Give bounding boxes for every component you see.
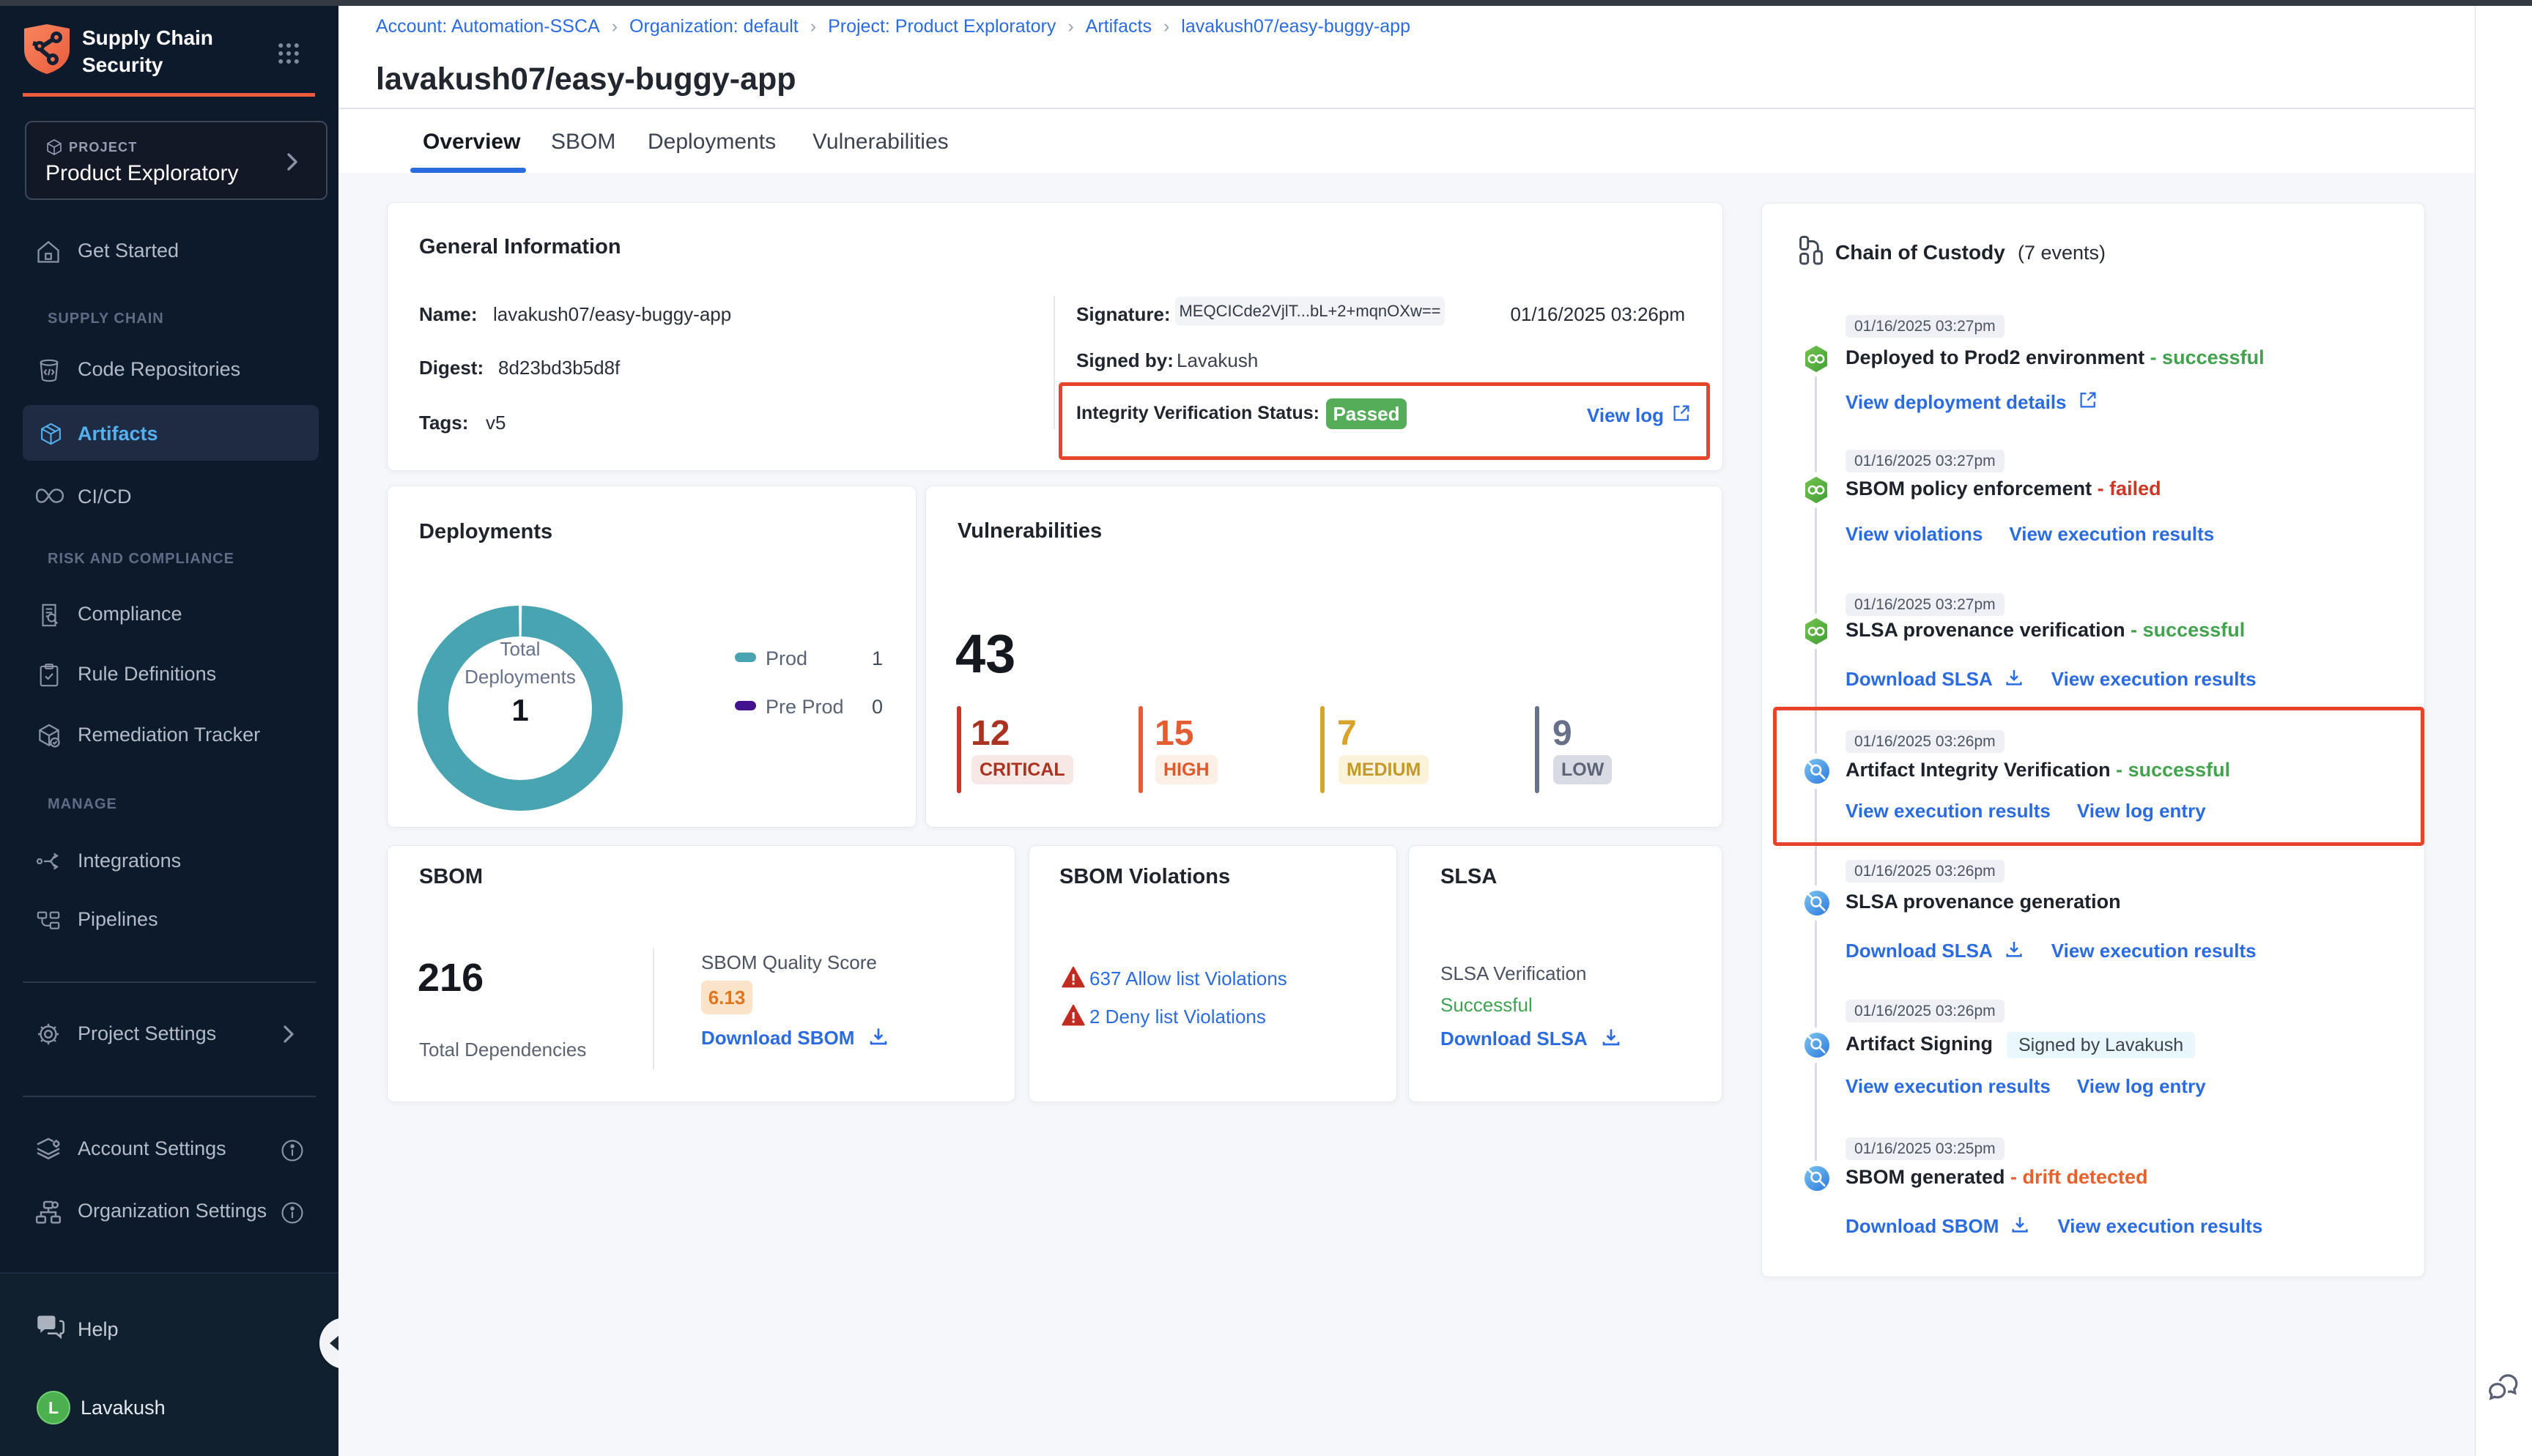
svg-text:?: ? [44,1316,51,1329]
